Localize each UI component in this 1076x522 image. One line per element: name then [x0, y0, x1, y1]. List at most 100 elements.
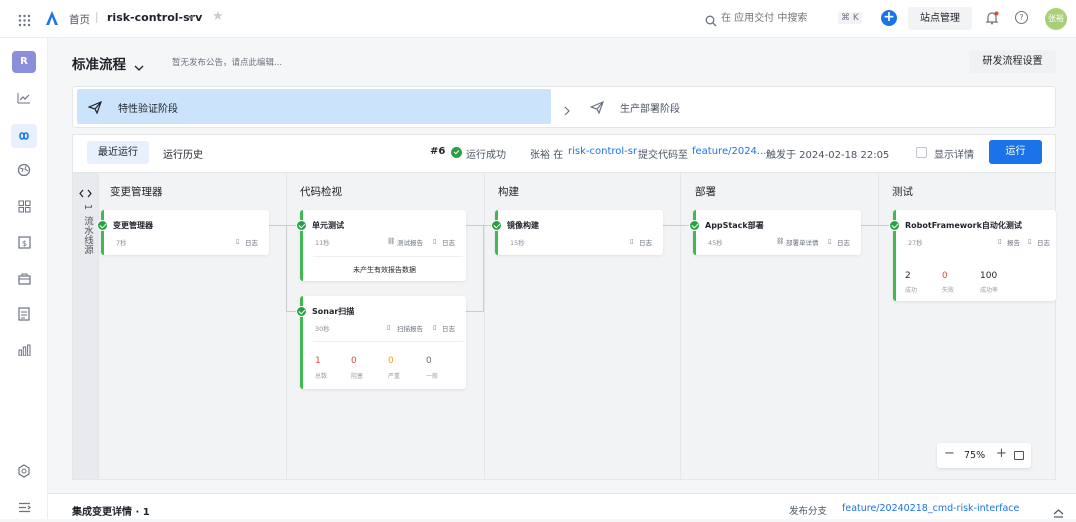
- run-status: 运行成功: [466, 150, 506, 161]
- job-card-robotframework-test[interactable]: RobotFramework自动化测试 27秒 ▯ 报告 ▯ 日志 2 0 10…: [889, 210, 1056, 301]
- deploy-detail-link[interactable]: 部署单详情: [786, 237, 819, 247]
- report-icon[interactable]: ▯: [387, 323, 391, 331]
- success-icon: [491, 220, 502, 231]
- job-card-appstack-deploy[interactable]: AppStack部署 45秒 ⛓ 部署单详情 ▯ 日志: [689, 210, 861, 255]
- repo-link[interactable]: risk-control-sr: [568, 146, 637, 157]
- log-icon[interactable]: ▯: [828, 237, 832, 245]
- chevron-down-icon[interactable]: [188, 16, 194, 20]
- star-icon[interactable]: ★: [212, 9, 224, 24]
- site-admin-button[interactable]: 站点管理: [908, 7, 972, 30]
- log-link[interactable]: 日志: [442, 323, 455, 333]
- report-icon[interactable]: ▯: [998, 237, 1002, 245]
- report-link[interactable]: 报告: [1007, 237, 1020, 247]
- run-author: 张裕 在: [530, 150, 564, 161]
- column-header: 构建: [498, 186, 519, 198]
- collapse-sidebar-icon[interactable]: [14, 497, 34, 517]
- integration-details-title[interactable]: 集成变更详情 · 1: [72, 503, 150, 518]
- log-icon[interactable]: ▯: [433, 323, 437, 331]
- tab-recent-runs[interactable]: 最近运行: [87, 141, 149, 164]
- zoom-in-icon[interactable]: +: [996, 446, 1007, 461]
- job-card-sonar-scan[interactable]: Sonar扫描 30秒 ▯ 扫描报告 ▯ 日志 1 0 0 0 总数 阻塞 严重…: [296, 296, 466, 389]
- column-divider: [484, 172, 485, 480]
- job-card-image-build[interactable]: 镜像构建 15秒 ▯ 日志: [491, 210, 663, 255]
- zoom-out-icon[interactable]: −: [944, 446, 955, 461]
- pipeline-icon[interactable]: [11, 124, 37, 148]
- show-details-checkbox[interactable]: [916, 147, 927, 158]
- empty-report-text: 未产生有效报告数据: [353, 266, 416, 274]
- job-card-unit-test[interactable]: 单元测试 11秒 ⛓ 测试报告 ▯ 日志 未产生有效报告数据: [296, 210, 466, 281]
- expand-up-icon[interactable]: [1053, 503, 1064, 522]
- log-link[interactable]: 日志: [639, 237, 652, 247]
- stage-feature-verification[interactable]: 特性验证阶段: [77, 89, 551, 124]
- billing-icon[interactable]: $: [14, 232, 34, 252]
- avatar[interactable]: 张裕: [1045, 8, 1067, 30]
- app-grid-icon[interactable]: [18, 12, 31, 27]
- success-icon: [689, 220, 700, 231]
- test-report-link[interactable]: 测试报告: [397, 237, 423, 247]
- breadcrumb-home[interactable]: 首页: [69, 12, 90, 27]
- package-icon[interactable]: [14, 268, 34, 288]
- tab-run-history[interactable]: 运行历史: [163, 146, 203, 161]
- column-divider: [286, 172, 287, 480]
- success-icon: [451, 147, 462, 158]
- job-name: RobotFramework自动化测试: [905, 221, 1022, 230]
- document-icon[interactable]: [14, 304, 34, 324]
- page-title[interactable]: 标准流程: [72, 53, 126, 73]
- branch-link[interactable]: feature/2024...: [692, 146, 766, 157]
- stage-label: 生产部署阶段: [620, 104, 680, 115]
- zoom-level: 75%: [964, 450, 986, 461]
- success-icon: [97, 220, 108, 231]
- stat-label: 成功率: [980, 287, 999, 294]
- scan-report-link[interactable]: 扫描报告: [397, 323, 423, 333]
- column-header: 代码检视: [300, 186, 342, 198]
- log-link[interactable]: 日志: [1037, 237, 1050, 247]
- pipeline-source-label: 1 流水线源: [79, 204, 93, 254]
- fit-screen-icon[interactable]: [1014, 451, 1024, 460]
- bell-icon[interactable]: [985, 10, 999, 25]
- stat-value: 2: [905, 271, 911, 281]
- pipeline-settings-button[interactable]: 研发流程设置: [969, 50, 1056, 73]
- logo-icon[interactable]: [44, 10, 60, 26]
- run-number[interactable]: #6: [430, 146, 445, 157]
- link-icon[interactable]: ⛓: [776, 237, 784, 245]
- help-icon[interactable]: ?: [1015, 11, 1028, 24]
- column-divider: [878, 172, 879, 480]
- log-link[interactable]: 日志: [245, 237, 258, 247]
- notice-text[interactable]: 暂无发布公告，请点此编辑...: [172, 56, 282, 68]
- code-expand-icon[interactable]: [79, 183, 92, 202]
- add-icon[interactable]: +: [881, 10, 897, 26]
- stat-value: 0: [388, 356, 394, 366]
- job-card-change-manager[interactable]: 变更管理器 7秒 ▯ 日志: [97, 210, 269, 255]
- top-bar: 首页 | risk-control-srv ★ ⌘ K + 站点管理 ? 张裕: [0, 0, 1076, 38]
- project-avatar[interactable]: R: [12, 51, 36, 73]
- trigger-time: 触发于 2024-02-18 22:05: [766, 150, 890, 161]
- log-icon[interactable]: ▯: [630, 237, 634, 245]
- run-button[interactable]: 运行: [989, 140, 1042, 164]
- link-icon[interactable]: ⛓: [387, 237, 395, 245]
- log-icon[interactable]: ▯: [236, 237, 240, 245]
- apps-icon[interactable]: [14, 196, 34, 216]
- search-input[interactable]: [721, 10, 831, 27]
- stat-value: 0: [351, 356, 357, 366]
- log-link[interactable]: 日志: [837, 237, 850, 247]
- stage-production-deploy[interactable]: 生产部署阶段: [582, 89, 1052, 124]
- column-divider: [98, 172, 99, 480]
- chevron-down-icon[interactable]: [134, 57, 144, 76]
- job-duration: 11秒: [315, 239, 330, 247]
- log-icon[interactable]: ▯: [1028, 237, 1032, 245]
- stat-label: 成功: [905, 287, 918, 294]
- show-details-label[interactable]: 显示详情: [934, 146, 974, 161]
- source-count: 1: [82, 204, 93, 211]
- bar-chart-icon[interactable]: [14, 340, 34, 360]
- release-branch-link[interactable]: feature/20240218_cmd-risk-interface: [842, 503, 1019, 514]
- log-link[interactable]: 日志: [442, 237, 455, 247]
- settings-icon[interactable]: [14, 461, 34, 481]
- svg-text:$: $: [21, 239, 26, 248]
- stat-label: 失败: [942, 287, 955, 294]
- globe-icon[interactable]: [14, 160, 34, 180]
- sidebar: R $: [0, 38, 48, 519]
- chart-line-icon[interactable]: [14, 88, 34, 108]
- search-icon[interactable]: [705, 12, 717, 27]
- log-icon[interactable]: ▯: [433, 237, 437, 245]
- connector-line: [483, 225, 484, 312]
